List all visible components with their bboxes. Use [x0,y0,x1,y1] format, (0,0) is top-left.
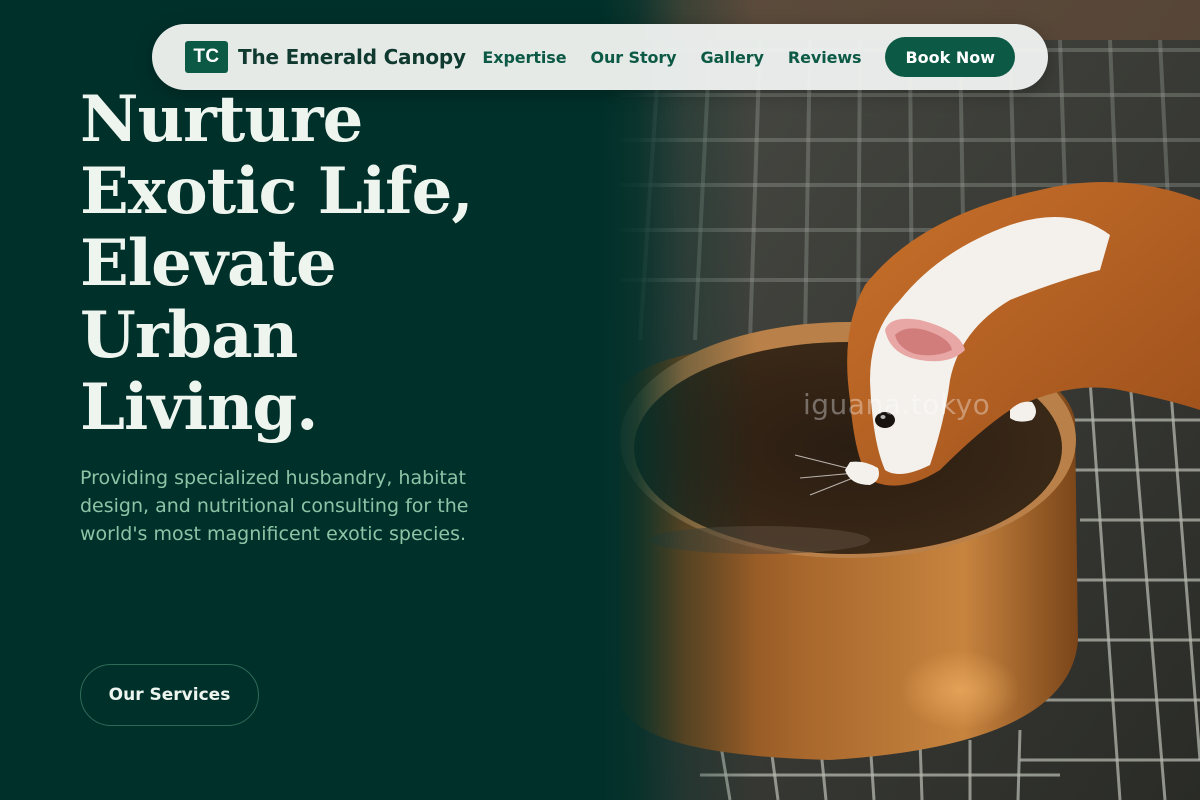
book-now-button[interactable]: Book Now [885,37,1015,77]
brand-name: The Emerald Canopy [238,45,466,69]
tc-monogram-icon: TC [185,41,228,73]
hero-headline: Nurture Exotic Life, Elevate Urban Livin… [80,84,550,444]
nav-link-reviews[interactable]: Reviews [788,48,862,67]
our-services-button[interactable]: Our Services [80,664,259,726]
brand-logo-link[interactable]: TC The Emerald Canopy [185,41,466,73]
headline-line: Exotic Life, [80,154,474,229]
headline-line: Urban [80,298,298,373]
image-watermark: iguana.tokyo [803,388,991,421]
nav-link-gallery[interactable]: Gallery [701,48,764,67]
nav-link-our-story[interactable]: Our Story [590,48,676,67]
nav-link-expertise[interactable]: Expertise [482,48,566,67]
landing-page: iguana.tokyo TC The Emerald Canopy Exper… [0,0,1200,800]
headline-line: Nurture [80,82,363,157]
hero-subtitle: Providing specialized husbandry, habitat… [80,467,469,545]
nav-links: Expertise Our Story Gallery Reviews Book… [482,37,1015,77]
top-navigation: TC The Emerald Canopy Expertise Our Stor… [152,24,1048,90]
headline-line: Living. [80,370,318,445]
headline-line: Elevate [80,226,337,301]
